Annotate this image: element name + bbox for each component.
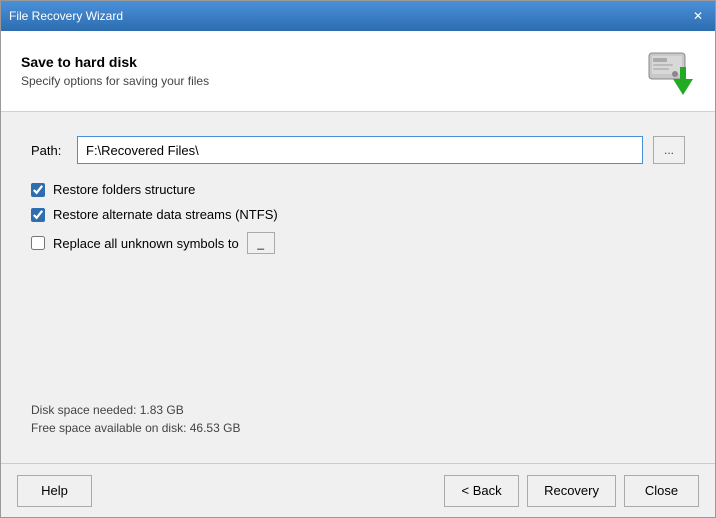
- path-input[interactable]: [77, 136, 643, 164]
- title-bar-controls: ✕: [689, 7, 707, 25]
- replace-symbols-checkbox[interactable]: [31, 236, 45, 250]
- restore-streams-label[interactable]: Restore alternate data streams (NTFS): [53, 207, 278, 222]
- checkboxes-section: Restore folders structure Restore altern…: [31, 182, 685, 254]
- help-button[interactable]: Help: [17, 475, 92, 507]
- free-space-available: Free space available on disk: 46.53 GB: [31, 421, 685, 435]
- main-content: Path: ... Restore folders structure Rest…: [1, 112, 715, 463]
- restore-streams-checkbox[interactable]: [31, 208, 45, 222]
- restore-folders-checkbox[interactable]: [31, 183, 45, 197]
- disk-icon: [643, 45, 695, 97]
- path-row: Path: ...: [31, 136, 685, 164]
- page-title: Save to hard disk: [21, 54, 209, 70]
- close-button[interactable]: Close: [624, 475, 699, 507]
- bottom-bar: Help < Back Recovery Close: [1, 463, 715, 517]
- disk-space-needed: Disk space needed: 1.83 GB: [31, 403, 685, 417]
- restore-folders-label[interactable]: Restore folders structure: [53, 182, 195, 197]
- recovery-button[interactable]: Recovery: [527, 475, 616, 507]
- replace-row: Replace all unknown symbols to: [31, 232, 685, 254]
- page-subtitle: Specify options for saving your files: [21, 74, 209, 88]
- browse-button[interactable]: ...: [653, 136, 685, 164]
- main-window: File Recovery Wizard ✕ Save to hard disk…: [0, 0, 716, 518]
- header-section: Save to hard disk Specify options for sa…: [1, 31, 715, 112]
- window-title: File Recovery Wizard: [9, 9, 123, 23]
- disk-info: Disk space needed: 1.83 GB Free space av…: [31, 393, 685, 439]
- replace-symbol-input[interactable]: [247, 232, 275, 254]
- checkbox-row-2: Restore alternate data streams (NTFS): [31, 207, 685, 222]
- back-button[interactable]: < Back: [444, 475, 519, 507]
- close-window-button[interactable]: ✕: [689, 7, 707, 25]
- header-text: Save to hard disk Specify options for sa…: [21, 54, 209, 88]
- bottom-left: Help: [17, 475, 92, 507]
- title-bar: File Recovery Wizard ✕: [1, 1, 715, 31]
- path-label: Path:: [31, 143, 67, 158]
- checkbox-row-1: Restore folders structure: [31, 182, 685, 197]
- bottom-right: < Back Recovery Close: [444, 475, 699, 507]
- replace-symbols-label[interactable]: Replace all unknown symbols to: [53, 236, 239, 251]
- header-icon: [643, 45, 695, 97]
